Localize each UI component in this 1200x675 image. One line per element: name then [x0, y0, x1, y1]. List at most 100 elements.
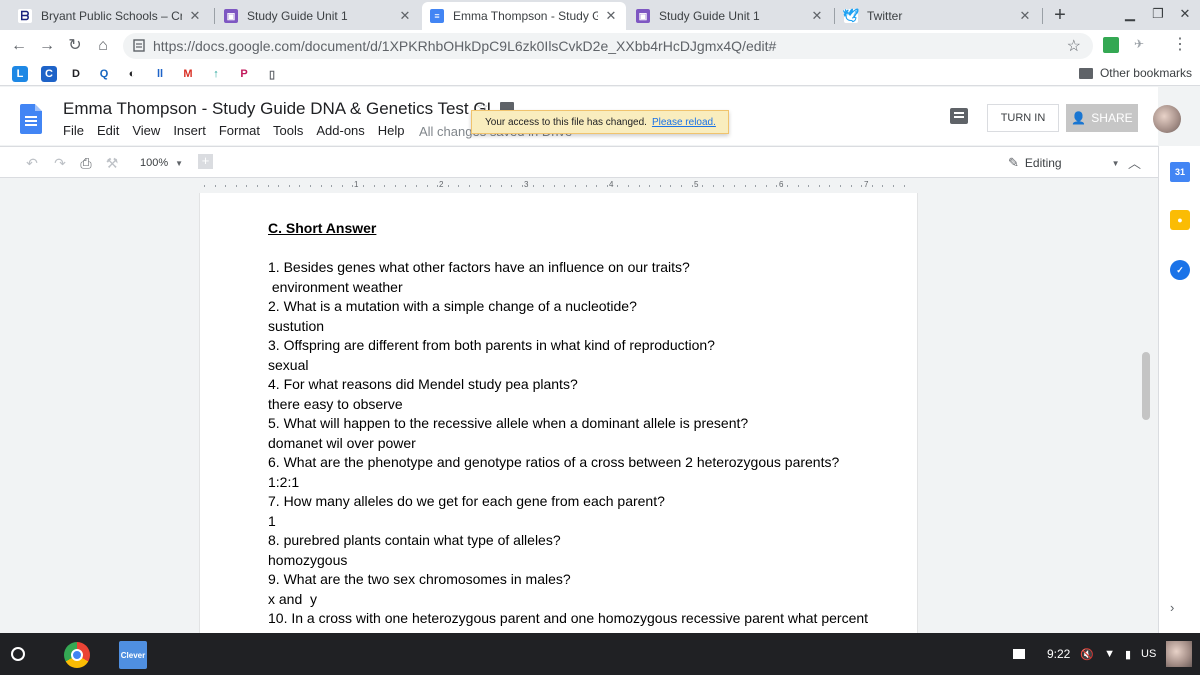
- tab-twitter[interactable]: 🕊 Twitter ✕: [836, 2, 1040, 30]
- menu-insert[interactable]: Insert: [173, 123, 206, 138]
- forward-icon[interactable]: →: [36, 35, 58, 57]
- tab-emma-thompson-study-guide[interactable]: ≡ Emma Thompson - Study Guide ✕: [422, 2, 626, 30]
- minimize-icon[interactable]: ▁: [1122, 6, 1138, 22]
- ruler-number: 6: [779, 180, 784, 189]
- docs-logo-icon[interactable]: [20, 104, 42, 134]
- ruler-number: 2: [439, 180, 444, 189]
- side-panel: 31 ● ✓: [1158, 146, 1200, 633]
- chromeos-screen: ᗷ Bryant Public Schools – Creatin ✕ ▣ St…: [0, 0, 1200, 675]
- bookmark-4[interactable]: Q: [96, 66, 112, 82]
- url-text: https://docs.google.com/document/d/1XPKR…: [153, 38, 777, 54]
- restore-icon[interactable]: ❐: [1150, 6, 1166, 22]
- account-avatar[interactable]: [1153, 105, 1181, 133]
- status-tray[interactable]: 9:22 🔇 ▼ ▮ US: [1013, 641, 1156, 667]
- print-icon[interactable]: ⎙: [78, 155, 94, 172]
- menu-edit[interactable]: Edit: [97, 123, 119, 138]
- section-heading: C. Short Answer: [268, 220, 377, 236]
- menu-format[interactable]: Format: [219, 123, 260, 138]
- page-info-icon[interactable]: [133, 39, 145, 52]
- add-icon[interactable]: +: [198, 154, 213, 169]
- bookmark-star-icon[interactable]: ☆: [1067, 36, 1081, 56]
- launcher-icon[interactable]: [11, 647, 25, 661]
- bookmarks-bar: L C D Q ◐ ll M ↑ P ▯ Other bookmarks: [0, 62, 1200, 86]
- document-title[interactable]: Emma Thompson - Study Guide DNA & Geneti…: [63, 99, 496, 119]
- turn-in-button[interactable]: TURN IN: [987, 104, 1059, 132]
- close-icon[interactable]: ✕: [188, 8, 202, 24]
- access-changed-toast: Your access to this file has changed. Pl…: [471, 110, 729, 134]
- reload-link[interactable]: Please reload.: [652, 117, 716, 128]
- back-icon[interactable]: ←: [8, 35, 30, 57]
- bookmark-7[interactable]: M: [180, 66, 196, 82]
- undo-icon[interactable]: ↶: [24, 155, 40, 172]
- bookmark-1[interactable]: L: [12, 66, 28, 82]
- bookmark-8[interactable]: ↑: [208, 66, 224, 82]
- classroom-icon: ▣: [636, 9, 650, 23]
- keep-icon[interactable]: ●: [1170, 210, 1190, 230]
- chevron-down-icon: ▼: [1111, 158, 1120, 168]
- battery-icon: ▮: [1124, 648, 1132, 661]
- question-line: 6. What are the phenotype and genotype r…: [268, 454, 840, 470]
- format-toolbar: ↶ ↷ ⎙ ⚒ 100% ▼ + ✎ Editing ▼ ︿: [0, 146, 1158, 178]
- folder-icon: [1078, 67, 1093, 79]
- bookmark-3[interactable]: D: [68, 66, 84, 82]
- answer-line: domanet wil over power: [268, 434, 416, 451]
- document-body[interactable]: C. Short Answer 1. Besides genes what ot…: [268, 219, 898, 633]
- reload-icon[interactable]: ↻: [64, 35, 86, 57]
- home-icon[interactable]: ⌂: [92, 35, 114, 57]
- extension-classroom-icon[interactable]: [1103, 37, 1119, 53]
- ruler-number: 5: [694, 180, 699, 189]
- menu-view[interactable]: View: [132, 123, 160, 138]
- tab-title: Study Guide Unit 1: [659, 9, 760, 23]
- menu-help[interactable]: Help: [378, 123, 405, 138]
- expand-panel-icon[interactable]: ›: [1170, 600, 1174, 615]
- browser-menu-icon[interactable]: ⋮: [1172, 37, 1188, 53]
- question-line: 9. What are the two sex chromosomes in m…: [268, 571, 571, 587]
- close-window-icon[interactable]: ✕: [1177, 6, 1193, 22]
- chevron-up-icon[interactable]: ︿: [1128, 153, 1141, 172]
- tasks-icon[interactable]: ✓: [1170, 260, 1190, 280]
- new-tab-button[interactable]: +: [1050, 4, 1070, 27]
- tab-bryant-public-schools[interactable]: ᗷ Bryant Public Schools – Creatin ✕: [10, 2, 210, 30]
- chrome-icon[interactable]: [64, 642, 90, 668]
- paint-format-icon[interactable]: ⚒: [104, 155, 120, 172]
- extension-signal-icon[interactable]: ✈: [1131, 37, 1147, 53]
- tab-study-guide-unit-1[interactable]: ▣ Study Guide Unit 1 ✕: [216, 2, 420, 30]
- bookmark-5[interactable]: ◐: [124, 66, 140, 82]
- ruler-number: 7: [864, 180, 869, 189]
- bookmark-2[interactable]: C: [41, 66, 57, 82]
- clock: 9:22: [1047, 647, 1071, 661]
- tab-study-guide-unit-1-second[interactable]: ▣ Study Guide Unit 1 ✕: [628, 2, 832, 30]
- document-page[interactable]: C. Short Answer 1. Besides genes what ot…: [200, 193, 917, 633]
- ruler-number: 3: [524, 180, 529, 189]
- close-icon[interactable]: ✕: [1018, 8, 1032, 24]
- tab-strip: ᗷ Bryant Public Schools – Creatin ✕ ▣ St…: [0, 0, 1200, 30]
- comments-icon[interactable]: [950, 108, 968, 124]
- menu-tools[interactable]: Tools: [273, 123, 303, 138]
- docs-icon: ≡: [430, 9, 444, 23]
- other-bookmarks[interactable]: Other bookmarks: [1078, 66, 1192, 80]
- menu-bar: File Edit View Insert Format Tools Add-o…: [63, 123, 418, 138]
- address-bar[interactable]: https://docs.google.com/document/d/1XPKR…: [123, 33, 1093, 59]
- ruler[interactable]: 1 2 3 4 5 6 7: [200, 180, 917, 192]
- pencil-icon: ✎: [1008, 155, 1019, 170]
- scrollbar-thumb[interactable]: [1142, 352, 1150, 420]
- answer-line: 1: [268, 512, 276, 529]
- bookmark-9[interactable]: P: [236, 66, 252, 82]
- close-icon[interactable]: ✕: [604, 8, 618, 24]
- share-button[interactable]: 👤 SHARE: [1066, 104, 1138, 132]
- bookmark-10[interactable]: ▯: [264, 66, 280, 82]
- calendar-icon[interactable]: 31: [1170, 162, 1190, 182]
- zoom-select[interactable]: 100% ▼: [140, 157, 183, 169]
- share-label: SHARE: [1091, 111, 1133, 125]
- tab-title: Bryant Public Schools – Creatin: [41, 9, 182, 23]
- redo-icon[interactable]: ↷: [52, 155, 68, 172]
- close-icon[interactable]: ✕: [398, 8, 412, 24]
- zoom-value: 100%: [140, 157, 169, 169]
- clever-app[interactable]: Clever: [119, 641, 147, 669]
- editing-mode-select[interactable]: ✎ Editing ▼: [1008, 155, 1120, 171]
- menu-addons[interactable]: Add-ons: [316, 123, 364, 138]
- bookmark-6[interactable]: ll: [152, 66, 168, 82]
- close-icon[interactable]: ✕: [810, 8, 824, 24]
- tray-avatar[interactable]: [1166, 641, 1192, 667]
- menu-file[interactable]: File: [63, 123, 84, 138]
